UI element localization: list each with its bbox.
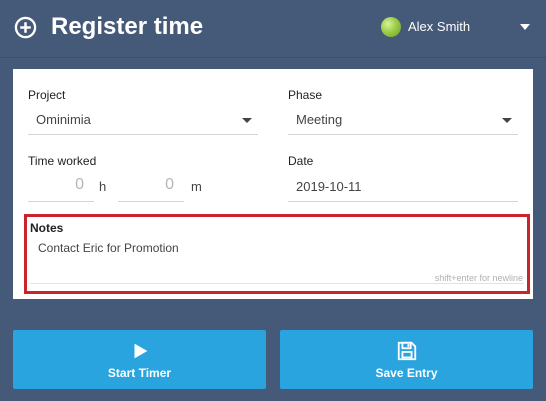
save-entry-button[interactable]: Save Entry	[280, 330, 533, 389]
start-timer-label: Start Timer	[107, 366, 172, 380]
chevron-down-icon[interactable]	[520, 24, 530, 30]
project-value: Ominimia	[36, 112, 91, 127]
floppy-disk-icon	[397, 341, 416, 361]
notes-value[interactable]: Contact Eric for Promotion	[38, 241, 179, 255]
project-select[interactable]: Ominimia	[28, 106, 258, 135]
start-timer-button[interactable]: Start Timer	[13, 330, 266, 389]
project-label: Project	[28, 88, 66, 102]
hours-unit: h	[99, 179, 107, 194]
minutes-unit: m	[191, 179, 202, 194]
phase-value: Meeting	[296, 112, 343, 127]
chevron-down-icon	[242, 118, 252, 123]
register-form: Project Ominimia Phase Meeting Time work…	[13, 69, 533, 299]
play-icon	[134, 343, 147, 359]
time-worked-label: Time worked	[28, 154, 97, 168]
hours-input[interactable]: 0	[28, 173, 94, 202]
page-title: Register time	[51, 13, 204, 40]
user-name: Alex Smith	[408, 19, 471, 34]
notes-label: Notes	[30, 221, 64, 235]
minutes-value: 0	[165, 176, 174, 193]
date-value: 2019-10-11	[296, 179, 362, 194]
minutes-input[interactable]: 0	[118, 173, 184, 202]
plus-circle-icon[interactable]	[14, 16, 37, 39]
phase-select[interactable]: Meeting	[288, 106, 518, 135]
date-label: Date	[288, 154, 314, 168]
hours-value: 0	[75, 176, 84, 193]
date-input[interactable]: 2019-10-11	[288, 173, 518, 202]
chevron-down-icon	[502, 118, 512, 123]
notes-hint: shift+enter for newline	[434, 273, 523, 283]
avatar	[381, 17, 401, 37]
save-entry-label: Save Entry	[375, 366, 438, 380]
notes-field[interactable]: Notes Contact Eric for Promotion shift+e…	[24, 214, 530, 294]
phase-label: Phase	[288, 88, 323, 102]
app-header: Register time Alex Smith	[0, 0, 546, 58]
notes-underline	[30, 283, 524, 284]
